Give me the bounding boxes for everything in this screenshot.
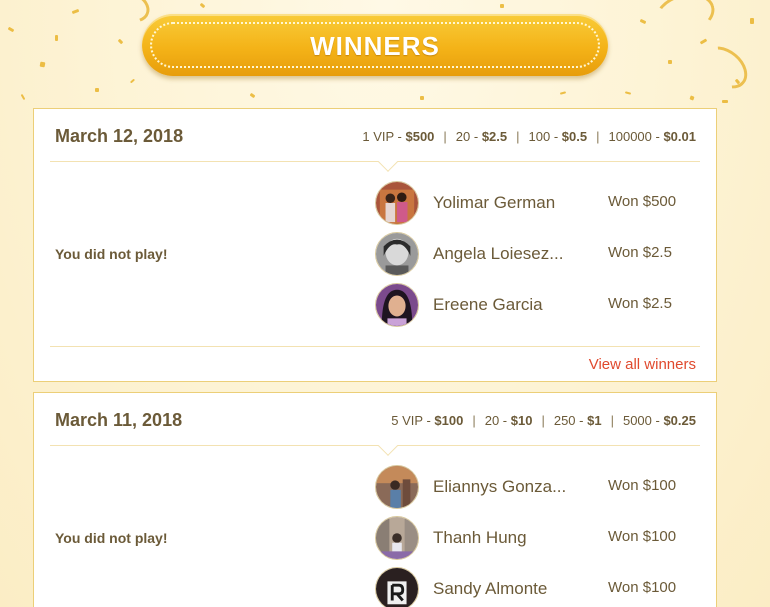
winner-row[interactable]: Thanh Hung Won $100 [375,516,705,560]
winner-amount: Won $2.5 [608,295,672,312]
avatar [375,181,419,225]
winner-name: Yolimar German [433,193,556,212]
header-notch [378,436,398,456]
prize-tier: 5000 - $0.25 [622,413,696,428]
avatar [375,283,419,327]
prize-tier: 20 - $10 [484,413,533,428]
separator: | [472,413,476,428]
separator: | [610,413,614,428]
avatar [375,567,419,607]
play-status: You did not play! [55,246,168,262]
prize-tiers: 5 VIP - $100 | 20 - $10 | 250 - $1 | 5000 - $0… [391,413,696,428]
prize-tier: 1 VIP - $500 [362,129,435,144]
winner-name: Eliannys Gonza... [433,477,567,496]
header-notch [378,152,398,172]
winner-amount: Won $100 [608,528,677,545]
view-all-winners-link[interactable]: View all winners [589,356,696,373]
draw-date: March 12, 2018 [55,126,184,146]
draw-date: March 11, 2018 [55,410,183,430]
winner-amount: Won $2.5 [608,244,672,261]
avatar [375,465,419,509]
winner-row[interactable]: Ereene Garcia Won $2.5 [375,283,705,327]
prize-tiers: 1 VIP - $500 | 20 - $2.5 | 100 - $0.5 | 100000… [362,129,696,144]
winner-row[interactable]: Eliannys Gonza... Won $100 [375,465,705,509]
winner-row[interactable]: Yolimar German Won $500 [375,181,705,225]
separator: | [596,129,600,144]
avatar [375,516,419,560]
separator: | [541,413,545,428]
draw-card-header: March 12, 2018 1 VIP - $500 | 20 - $2.5 | 10… [50,109,700,172]
winners-banner: WINNERS [142,14,608,76]
winner-name: Angela Loiesez... [433,244,564,263]
prize-tier: 100000 - $0.01 [608,129,697,144]
winner-name: Ereene Garcia [433,295,543,314]
winner-name: Sandy Almonte [433,579,548,598]
prize-tier: 20 - $2.5 [455,129,508,144]
prize-tier: 5 VIP - $100 [391,413,464,428]
winner-amount: Won $500 [608,193,677,210]
banner-title: WINNERS [310,31,440,61]
winner-amount: Won $100 [608,477,677,494]
draw-card-footer: View all winners [50,346,700,382]
play-status: You did not play! [55,530,168,546]
separator: | [516,129,520,144]
draw-card-header: March 11, 2018 5 VIP - $100 | 20 - $10 | 250… [50,393,700,456]
separator: | [443,129,447,144]
prize-tier: 250 - $1 [553,413,602,428]
winner-row[interactable]: Sandy Almonte Won $100 [375,567,705,607]
winner-amount: Won $100 [608,579,677,596]
draw-card: March 12, 2018 1 VIP - $500 | 20 - $2.5 | 10… [33,108,717,382]
winner-row[interactable]: Angela Loiesez... Won $2.5 [375,232,705,276]
prize-tier: 100 - $0.5 [528,129,588,144]
avatar [375,232,419,276]
winner-name: Thanh Hung [433,528,527,547]
draw-card: March 11, 2018 5 VIP - $100 | 20 - $10 | 250… [33,392,717,607]
